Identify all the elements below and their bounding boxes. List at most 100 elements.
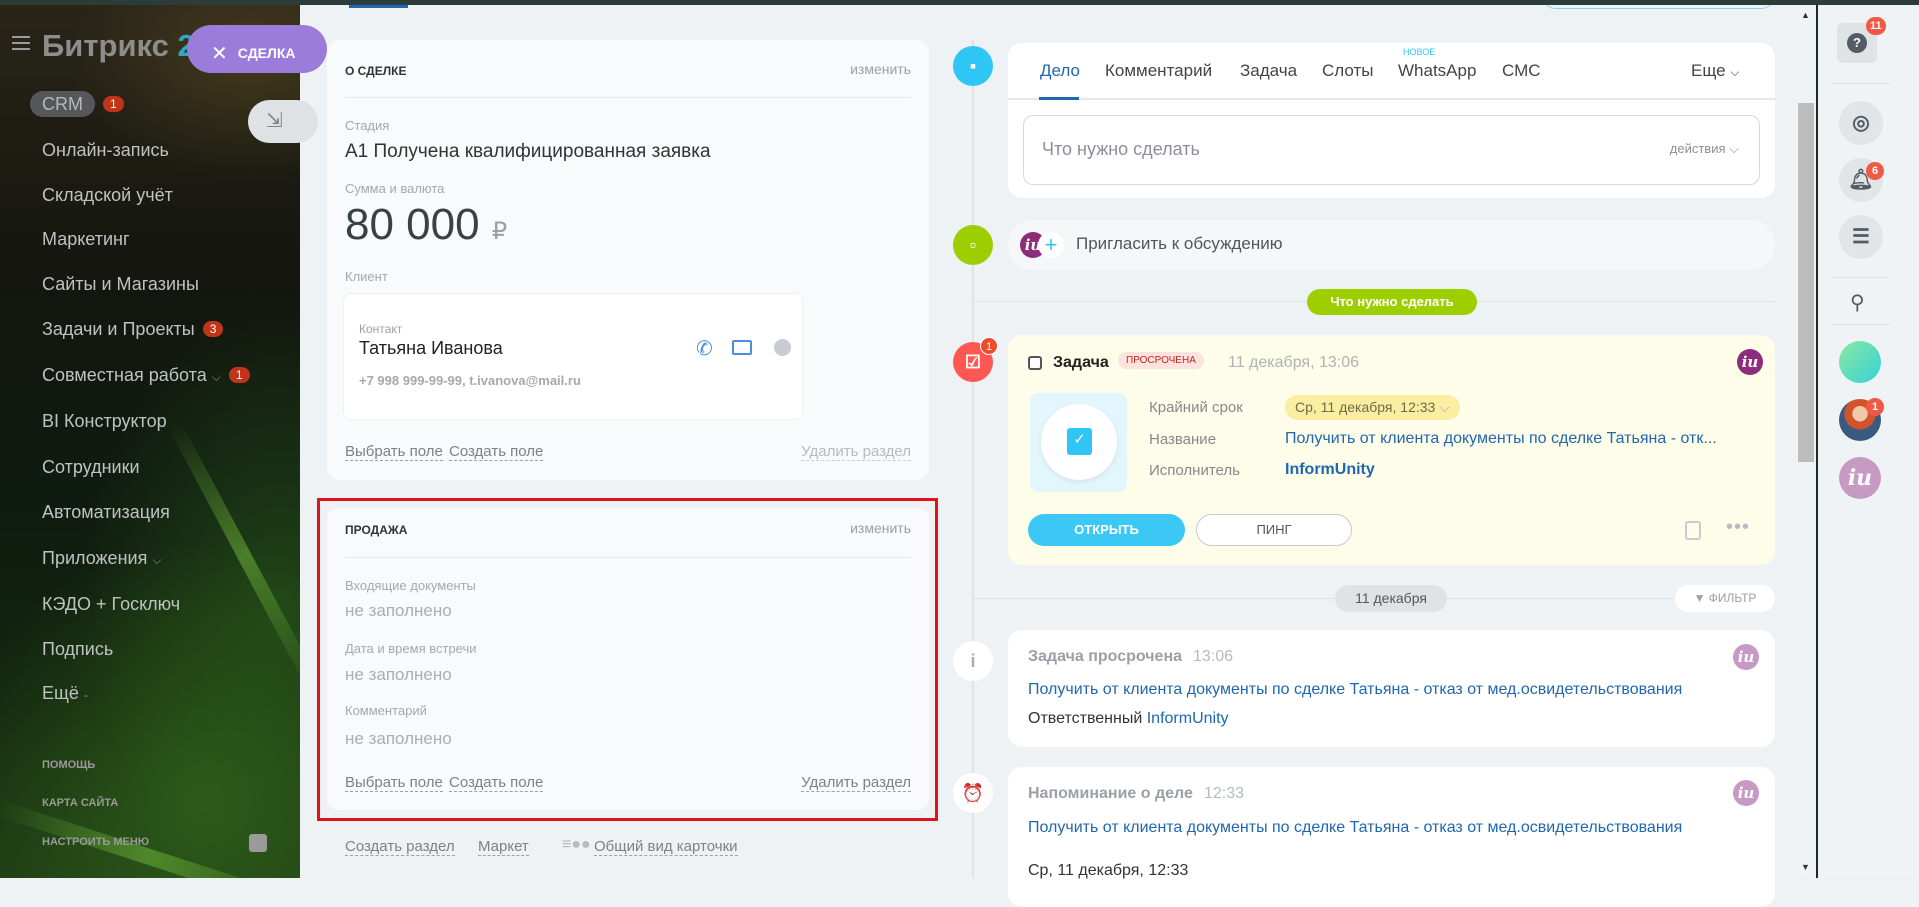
user-avatar[interactable]: iu xyxy=(1737,349,1763,375)
invite-to-discussion[interactable]: iu + Пригласить к обсуждению xyxy=(1008,220,1775,270)
comment-value[interactable]: не заполнено xyxy=(345,729,452,749)
sidebar-item-marketing[interactable]: Маркетинг xyxy=(42,229,130,250)
configure-menu-link[interactable]: НАСТРОИТЬ МЕНЮ xyxy=(42,836,149,848)
filter-button[interactable]: ▼ ФИЛЬТР xyxy=(1675,585,1775,612)
printer-icon[interactable] xyxy=(249,834,267,852)
phone-icon[interactable]: ✆ xyxy=(696,336,713,361)
contact-details: +7 998 999-99-99, t.ivanova@mail.ru xyxy=(359,373,581,388)
tab-sms[interactable]: СМС xyxy=(1502,61,1541,81)
scrollbar-thumb[interactable] xyxy=(1798,103,1814,462)
todo-input[interactable]: Что нужно сделать действия ⌵ xyxy=(1023,115,1760,185)
active-tab-underline xyxy=(1039,97,1079,100)
sidebar-item-more[interactable]: Ещё - xyxy=(42,683,88,704)
close-deal-slider-button[interactable]: ✕ СДЕЛКА xyxy=(187,25,327,73)
search-icon[interactable]: ⚲ xyxy=(1850,290,1865,315)
event-time: 12:33 xyxy=(1204,785,1245,802)
event-date: Ср, 11 декабря, 12:33 xyxy=(1028,862,1189,879)
edit-link[interactable]: изменить xyxy=(850,520,911,536)
help-link[interactable]: ПОМОЩЬ xyxy=(42,759,95,771)
window-top-strip xyxy=(0,0,1919,5)
todo-placeholder: Что нужно сделать xyxy=(1042,139,1200,159)
stage-value[interactable]: А1 Получена квалифицированная заявка xyxy=(345,141,711,163)
field-label: Клиент xyxy=(345,269,388,284)
tab-whatsapp[interactable]: WhatsApp xyxy=(1398,61,1476,81)
background-decoration xyxy=(167,420,300,692)
more-icon[interactable]: ••• xyxy=(1726,516,1750,539)
scroll-down-arrow[interactable]: ▼ xyxy=(1801,862,1810,872)
mail-icon[interactable] xyxy=(732,340,752,355)
counter-badge: 3 xyxy=(202,321,224,337)
tab-task[interactable]: Задача xyxy=(1240,61,1297,81)
sidebar-item-kedo[interactable]: КЭДО + Госключ xyxy=(42,594,180,615)
sitemap-link[interactable]: КАРТА САЙТА xyxy=(42,797,118,809)
amount-value[interactable]: 80 000 ₽ xyxy=(345,200,507,250)
ping-button[interactable]: ПИНГ xyxy=(1196,514,1352,546)
logo-text: Битрикс xyxy=(42,28,169,63)
hamburger-menu-icon[interactable] xyxy=(12,36,30,50)
chevron-down-icon: ⌵ xyxy=(152,553,162,567)
responsible-link[interactable]: InformUnity xyxy=(1147,710,1229,727)
tab-slots[interactable]: Слоты xyxy=(1322,61,1373,81)
comment-icon: ▪ xyxy=(953,46,993,86)
select-field-link[interactable]: Выбрать поле xyxy=(345,774,443,792)
tab-comment[interactable]: Комментарий xyxy=(1105,61,1212,81)
user-avatar[interactable]: iu xyxy=(1733,644,1759,670)
arrow-down-right-icon: ⇲ xyxy=(266,110,283,132)
chevron-down-icon: ⌵ xyxy=(1730,65,1740,79)
delete-section-link[interactable]: Удалить раздел xyxy=(801,774,911,792)
sidebar-item-tasks[interactable]: Задачи и Проекты 3 xyxy=(42,319,224,340)
meeting-datetime-value[interactable]: не заполнено xyxy=(345,665,452,685)
sidebar-item-bi[interactable]: BI Конструктор xyxy=(42,411,167,432)
sidebar-item-automation[interactable]: Автоматизация xyxy=(42,502,170,523)
deadline-text: Ср, 11 декабря, 12:33 xyxy=(1295,399,1436,415)
sidebar-item-crm[interactable]: CRM 1 xyxy=(30,91,124,117)
messenger-icon[interactable]: ☰ xyxy=(1839,215,1883,259)
event-link[interactable]: Получить от клиента документы по сделке … xyxy=(1028,815,1728,840)
sidebar-item-label: Приложения xyxy=(42,548,148,568)
more-tabs-button[interactable]: Еще ⌵ xyxy=(1691,61,1739,81)
task-time: 11 декабря, 13:06 xyxy=(1228,354,1360,371)
card-view-link[interactable]: Общий вид карточки xyxy=(594,838,738,856)
contact-label: Контакт xyxy=(359,322,403,336)
create-field-link[interactable]: Создать поле xyxy=(449,774,544,792)
sidebar-item-online-booking[interactable]: Онлайн-запись xyxy=(42,140,169,161)
sidebar-item-apps[interactable]: Приложения ⌵ xyxy=(42,548,161,569)
edit-link[interactable]: изменить xyxy=(850,61,911,77)
sidebar-item-signature[interactable]: Подпись xyxy=(42,639,113,660)
actions-label: действия xyxy=(1669,141,1726,156)
contact-name[interactable]: Татьяна Иванова xyxy=(359,338,503,359)
sidebar-item-collaboration[interactable]: Совместная работа ⌵ 1 xyxy=(42,365,250,386)
actions-dropdown[interactable]: действия ⌵ xyxy=(1670,141,1739,157)
scrollbar[interactable]: ▲ ▼ xyxy=(1797,0,1815,878)
currency: ₽ xyxy=(491,218,508,245)
deadline-value[interactable]: Ср, 11 декабря, 12:33 ⌵ xyxy=(1285,395,1460,420)
sidebar-item-sites[interactable]: Сайты и Магазины xyxy=(42,274,199,295)
delete-section-link[interactable]: Удалить раздел xyxy=(801,443,911,461)
tab-todo[interactable]: Дело xyxy=(1040,61,1080,81)
task-checkbox[interactable] xyxy=(1028,356,1042,370)
assignee-link[interactable]: InformUnity xyxy=(1285,461,1375,479)
user-avatar[interactable]: iu xyxy=(1733,780,1759,806)
market-link[interactable]: Маркет xyxy=(478,838,529,856)
copilot-icon[interactable]: ◎ xyxy=(1839,101,1883,145)
overdue-badge: ПРОСРОЧЕНА xyxy=(1118,352,1204,369)
company-avatar[interactable]: iu xyxy=(1839,457,1881,499)
task-title: Задача xyxy=(1053,354,1109,371)
avatar-badge: 1 xyxy=(1866,398,1884,416)
task-icon-box: ✓ xyxy=(1030,393,1127,492)
news-feed-icon[interactable] xyxy=(1839,341,1881,383)
note-icon[interactable] xyxy=(1685,521,1701,540)
open-button[interactable]: ОТКРЫТЬ xyxy=(1028,514,1185,546)
sidebar-item-employees[interactable]: Сотрудники xyxy=(42,457,140,478)
incoming-documents-value[interactable]: не заполнено xyxy=(345,601,452,621)
scroll-up-arrow[interactable]: ▲ xyxy=(1801,10,1810,20)
event-link[interactable]: Получить от клиента документы по сделке … xyxy=(1028,681,1682,699)
minimize-slider-button[interactable]: ⇲ xyxy=(248,100,318,143)
task-name-link[interactable]: Получить от клиента документы по сделке … xyxy=(1285,430,1717,448)
sidebar-item-inventory[interactable]: Складской учёт xyxy=(42,185,173,206)
create-field-link[interactable]: Создать поле xyxy=(449,443,544,461)
task-icon: ✓ xyxy=(1067,428,1092,455)
chat-icon[interactable] xyxy=(774,339,791,356)
create-section-link[interactable]: Создать раздел xyxy=(345,838,455,856)
select-field-link[interactable]: Выбрать поле xyxy=(345,443,443,461)
